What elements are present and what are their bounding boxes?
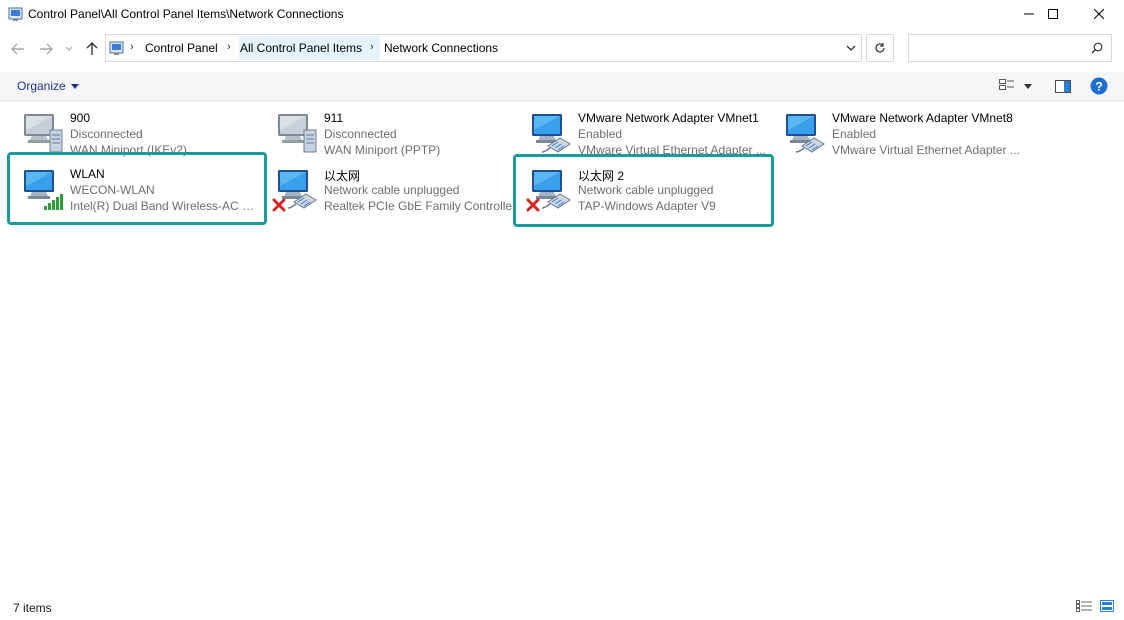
connection-status: Enabled [832,127,877,141]
connection-item-vmnet1[interactable]: VMware Network Adapter VMnet1 Enabled VM… [516,103,770,159]
breadcrumb-network-connections[interactable]: Network Connections [384,41,498,55]
control-panel-icon [8,7,23,21]
connection-item-911[interactable]: 911 Disconnected WAN Miniport (PPTP) [262,103,516,159]
item-count: 7 items [13,601,52,615]
connection-item-ethernet[interactable]: 以太网 Network cable unplugged Realtek PCIe… [262,159,516,215]
up-button[interactable] [82,39,102,59]
chevron-down-icon [70,83,79,89]
status-view-switcher [1076,600,1114,612]
close-icon [1094,9,1104,19]
preview-pane-button[interactable] [1055,77,1071,95]
arrow-left-icon [11,43,24,55]
chevron-down-icon [65,46,73,51]
breadcrumb-all-items[interactable]: All Control Panel Items [240,41,362,55]
help-button[interactable]: ? [1090,77,1108,95]
window-title: Control Panel\All Control Panel Items\Ne… [28,7,344,21]
arrow-right-icon [40,43,53,55]
connection-name: 900 [70,111,91,125]
refresh-button[interactable] [866,34,894,62]
preview-pane-icon [1055,79,1071,93]
dialup-connection-icon [24,114,63,153]
search-input[interactable] [913,36,1087,62]
tiles-view-icon[interactable] [1100,600,1114,612]
title-bar: Control Panel\All Control Panel Items\Ne… [0,0,1124,28]
organize-button[interactable]: Organize [17,79,79,93]
search-box[interactable] [908,34,1112,62]
chevron-down-icon [1024,83,1032,89]
chevron-right-icon: › [130,41,134,53]
connection-status: Enabled [578,127,623,141]
connection-item-900[interactable]: 900 Disconnected WAN Miniport (IKEv2) [8,103,262,159]
chevron-right-icon: › [227,41,231,53]
back-button[interactable] [8,39,28,59]
connection-name: 911 [324,111,344,125]
ethernet-adapter-icon [786,114,825,153]
ethernet-adapter-icon [532,114,571,153]
command-bar: Organize ? [0,72,1124,101]
navigation-bar: › Control Panel › All Control Panel Item… [0,32,1124,66]
connection-device: Realtek PCIe GbE Family Controller [324,199,517,213]
maximize-button[interactable] [1030,0,1076,28]
control-panel-icon [109,41,124,55]
address-bar[interactable]: › Control Panel › All Control Panel Item… [105,34,862,62]
connection-device: VMware Virtual Ethernet Adapter ... [832,143,1020,157]
search-icon [1091,42,1103,54]
connection-item-vmnet8[interactable]: VMware Network Adapter VMnet8 Enabled VM… [770,103,1024,159]
change-view-button[interactable] [999,77,1015,95]
more-views-button[interactable] [1024,77,1032,95]
details-view-icon[interactable] [1076,600,1092,612]
maximize-icon [1048,9,1058,19]
connection-name: VMware Network Adapter VMnet1 [578,111,759,125]
connection-status: Network cable unplugged [324,183,460,197]
highlight-box-ethernet-2 [513,154,774,227]
breadcrumb-control-panel[interactable]: Control Panel [145,41,218,55]
arrow-up-icon [86,42,98,55]
connection-name: VMware Network Adapter VMnet8 [832,111,1013,125]
ethernet-unplugged-icon [272,170,317,212]
chevron-right-icon: › [370,41,374,53]
connection-status: Disconnected [70,127,143,141]
recent-locations-button[interactable] [62,39,76,59]
refresh-icon [875,43,885,53]
organize-label: Organize [17,79,66,93]
connection-name: 以太网 [324,169,361,183]
connection-device: WAN Miniport (PPTP) [324,143,441,157]
close-button[interactable] [1076,0,1122,28]
dialup-connection-icon [278,114,317,153]
forward-button[interactable] [36,39,56,59]
chevron-down-icon[interactable] [845,42,857,54]
highlight-box-wlan [7,152,267,225]
svg-text:?: ? [1095,80,1102,94]
view-details-icon [999,79,1014,90]
help-icon: ? [1090,77,1108,95]
connection-status: Disconnected [324,127,397,141]
